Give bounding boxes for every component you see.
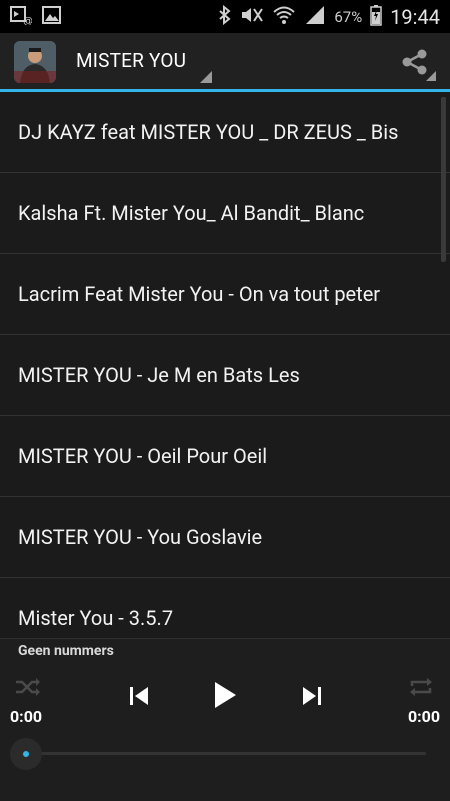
battery-percent: 67% [334, 7, 363, 26]
shuffle-button[interactable] [14, 675, 42, 699]
wifi-icon [272, 5, 296, 29]
repeat-button[interactable] [406, 675, 436, 699]
page-title[interactable]: MISTER YOU [76, 49, 186, 72]
battery-icon [370, 4, 382, 30]
song-title: Lacrim Feat Mister You - On va tout pete… [18, 282, 381, 306]
mute-icon [240, 5, 264, 29]
clock: 19:44 [390, 4, 440, 29]
skip-previous-icon [130, 687, 148, 705]
seek-thumb-dot [23, 751, 29, 757]
previous-button[interactable] [124, 681, 154, 711]
svg-text:@: @ [23, 16, 32, 25]
song-item[interactable]: Mister You - 3.5.7 [0, 578, 450, 638]
player-panel: Geen nummers 0:00 0:00 [0, 638, 450, 801]
song-title: MISTER YOU - Oeil Pour Oeil [18, 444, 268, 468]
next-button[interactable] [297, 681, 327, 711]
song-title: MISTER YOU - Je M en Bats Les [18, 363, 300, 387]
action-bar: MISTER YOU [0, 33, 450, 92]
song-item[interactable]: MISTER YOU - You Goslavie [0, 497, 450, 578]
shuffle-icon [16, 678, 40, 696]
duration-time: 0:00 [407, 707, 440, 726]
elapsed-time: 0:00 [10, 707, 43, 726]
song-item[interactable]: MISTER YOU - Oeil Pour Oeil [0, 416, 450, 497]
play-icon [215, 682, 236, 708]
song-item[interactable]: DJ KAYZ feat MISTER YOU _ DR ZEUS _ Bis [0, 92, 450, 173]
gallery-icon [42, 5, 62, 29]
app-icon[interactable] [14, 41, 56, 83]
song-title: Kalsha Ft. Mister You_ Al Bandit_ Blanc [18, 201, 365, 225]
skip-next-icon [303, 687, 321, 705]
now-playing-label: Geen nummers [18, 643, 114, 659]
repeat-icon [410, 678, 432, 696]
notification-icon: @ [10, 5, 33, 29]
list-scrollbar[interactable] [441, 97, 446, 262]
status-bar: @ 67% 19:44 [0, 0, 450, 33]
song-title: MISTER YOU - You Goslavie [18, 525, 263, 549]
song-title: Mister You - 3.5.7 [18, 606, 174, 630]
overflow-caret-icon[interactable] [426, 71, 436, 81]
song-item[interactable]: MISTER YOU - Je M en Bats Les [0, 335, 450, 416]
seek-bar[interactable] [24, 752, 426, 755]
signal-icon [304, 5, 326, 29]
song-title: DJ KAYZ feat MISTER YOU _ DR ZEUS _ Bis [18, 120, 399, 144]
song-item[interactable]: Lacrim Feat Mister You - On va tout pete… [0, 254, 450, 335]
song-item[interactable]: Kalsha Ft. Mister You_ Al Bandit_ Blanc [0, 173, 450, 254]
seek-thumb[interactable] [10, 738, 42, 770]
play-button[interactable] [208, 677, 242, 713]
bluetooth-icon [218, 4, 232, 29]
dropdown-caret-icon[interactable] [200, 71, 212, 83]
song-list[interactable]: DJ KAYZ feat MISTER YOU _ DR ZEUS _ Bis … [0, 92, 450, 638]
